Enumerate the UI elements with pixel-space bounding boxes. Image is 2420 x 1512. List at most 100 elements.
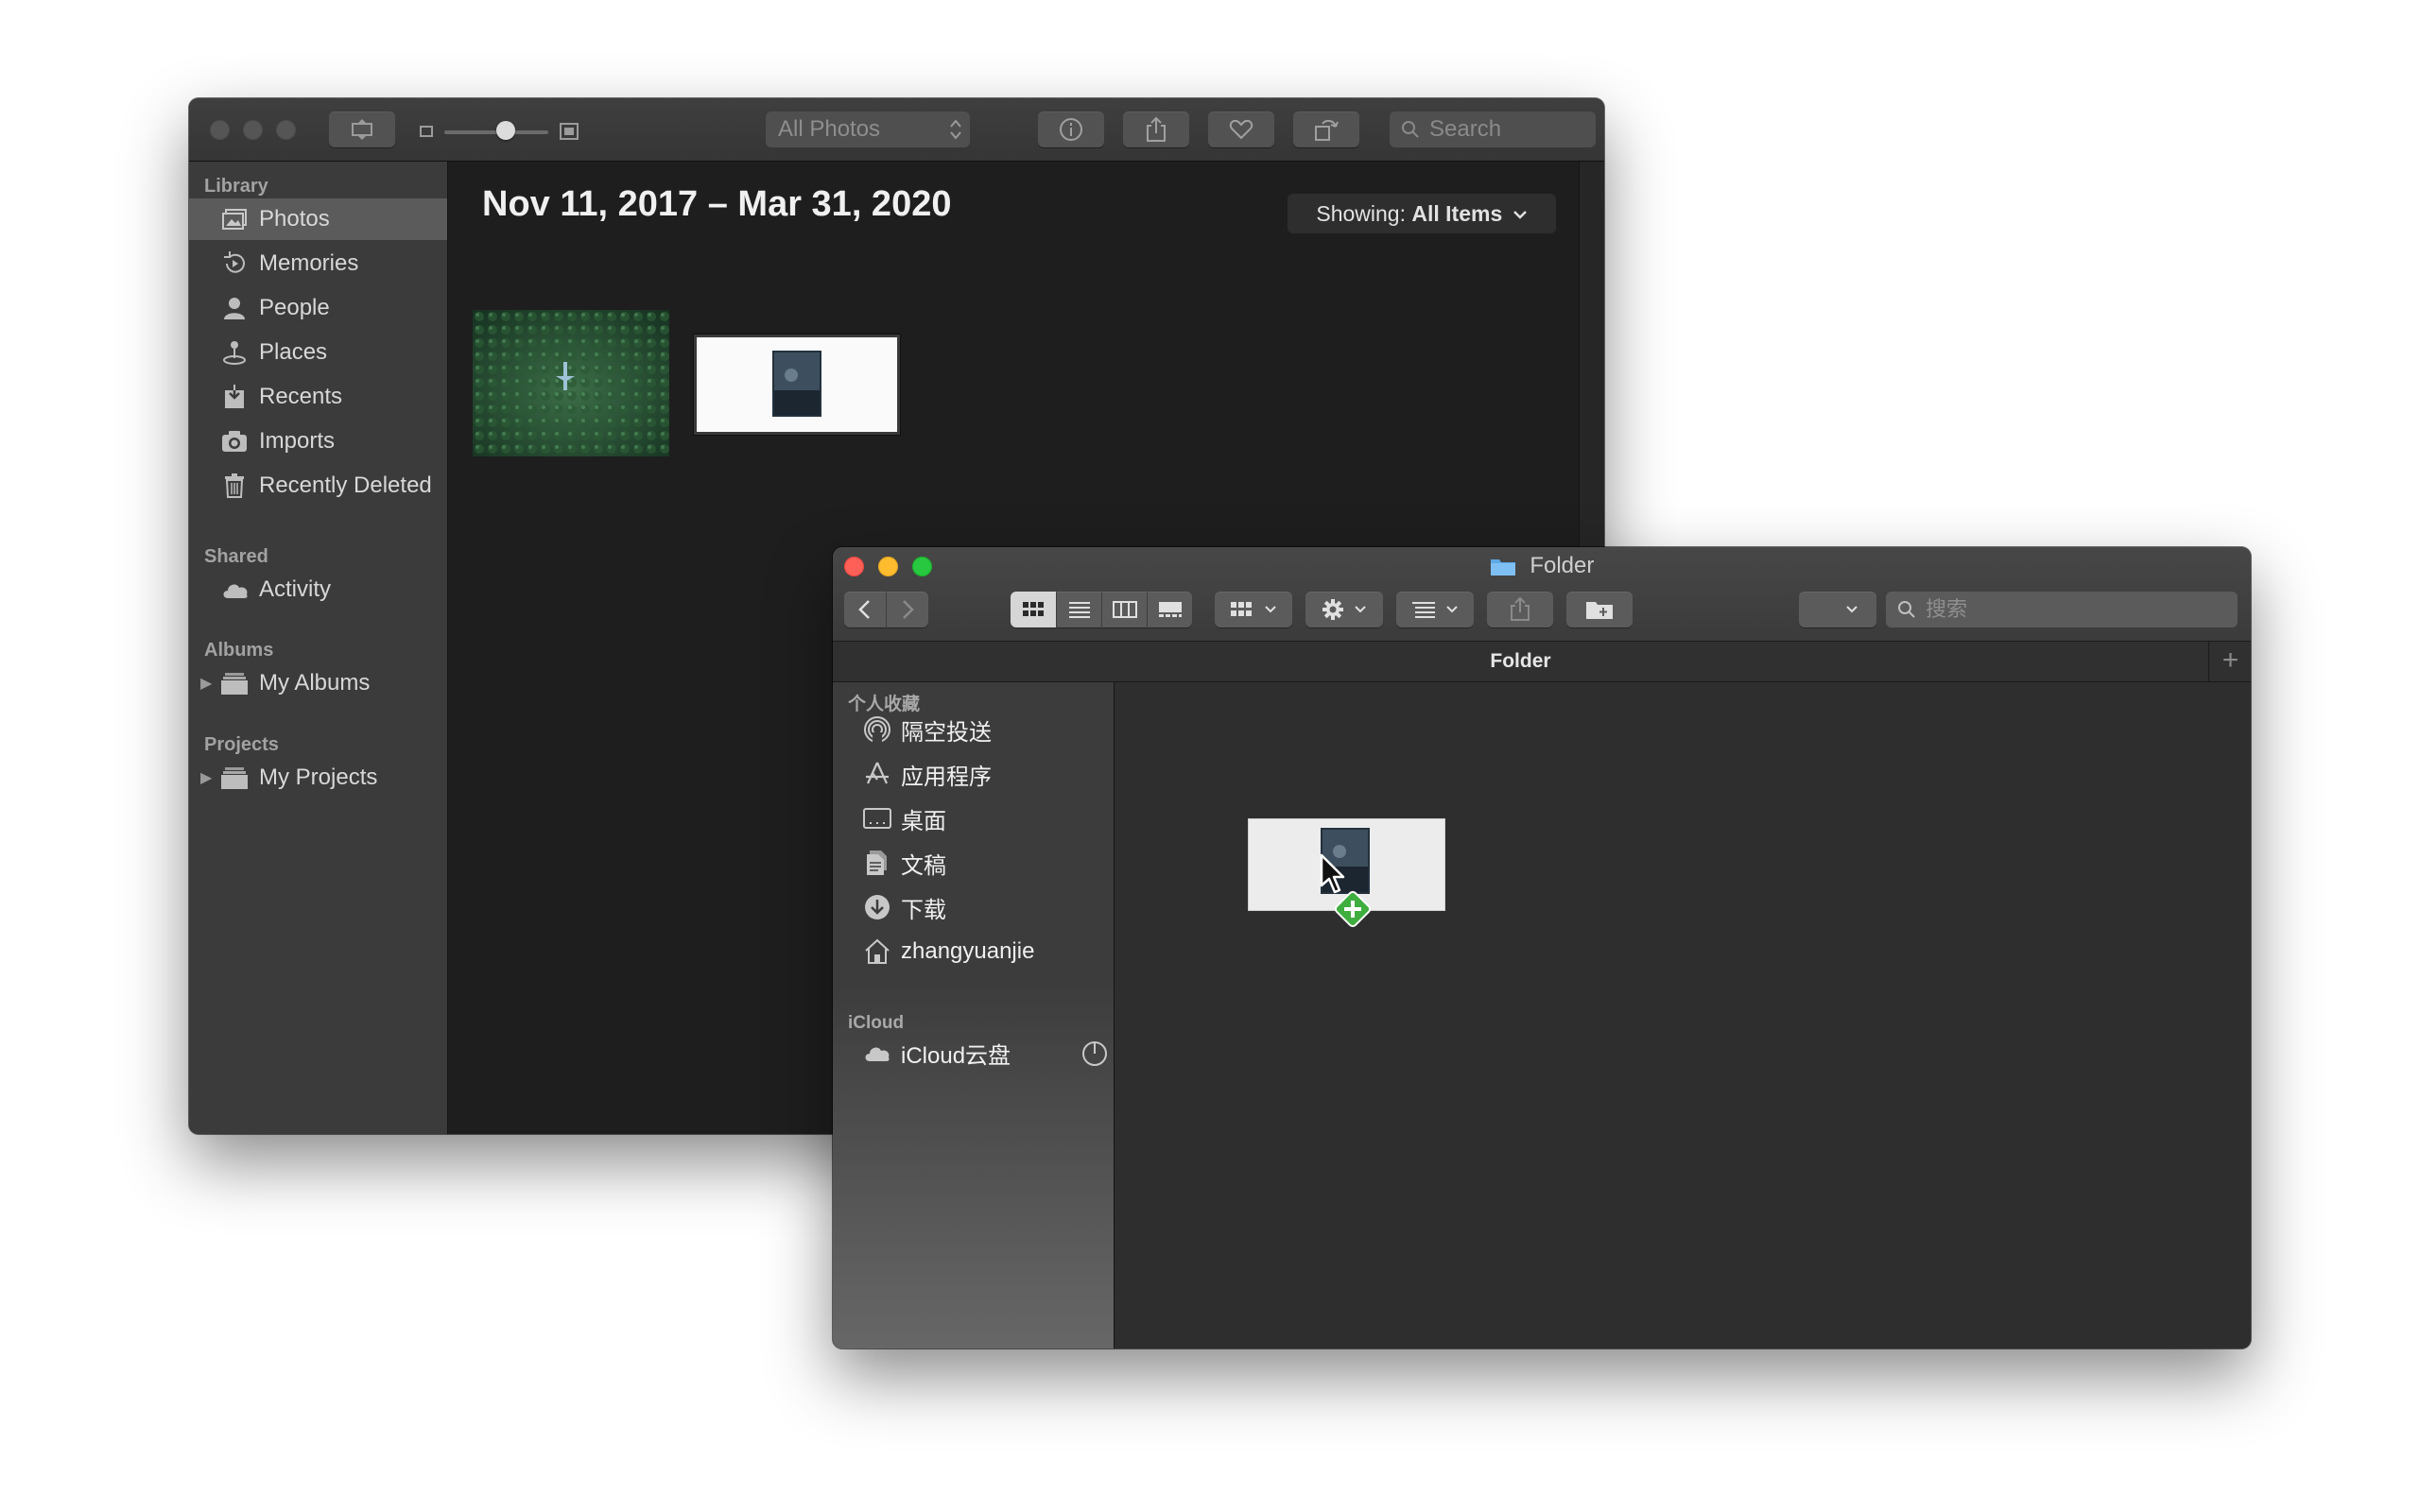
rotate-button[interactable]	[1293, 112, 1359, 147]
back-button[interactable]	[844, 592, 886, 627]
rotate-icon	[1315, 119, 1339, 141]
folder-icon	[221, 670, 248, 696]
group-by-button[interactable]	[1215, 592, 1292, 627]
sidebar-item-label: Recents	[259, 384, 343, 409]
showing-prefix: Showing:	[1316, 201, 1406, 226]
sidebar-item-label: 文稿	[901, 852, 946, 879]
sidebar-item-my-projects[interactable]: ▶ My Projects	[189, 757, 447, 799]
zoom-button[interactable]	[276, 120, 296, 140]
group-grid-icon	[1231, 602, 1252, 616]
sidebar-item-label: Memories	[259, 250, 359, 276]
sidebar-item-label: 下载	[901, 897, 946, 923]
trash-icon	[221, 472, 248, 499]
sidebar-item-label: Recently Deleted	[259, 472, 432, 498]
grid-view-icon	[1023, 602, 1044, 616]
search-icon	[1402, 121, 1419, 138]
sidebar-item-label: Photos	[259, 206, 330, 232]
screenshot-preview	[772, 351, 821, 417]
finder-toolbar: Folder 搜索	[833, 547, 2251, 642]
photos-sidebar: Library Photos Memories People Places Re…	[189, 162, 448, 1134]
forward-button[interactable]	[887, 592, 928, 627]
desktop-icon	[863, 804, 891, 833]
section-heading-icloud: iCloud	[848, 1013, 905, 1033]
minimize-button[interactable]	[243, 120, 263, 140]
share-button[interactable]	[1487, 592, 1553, 627]
new-tab-button[interactable]: +	[2210, 642, 2251, 681]
chevron-down-icon	[1512, 211, 1527, 219]
imports-icon	[221, 428, 248, 455]
sidebar-item-label: My Projects	[259, 765, 378, 790]
sidebar-item-people[interactable]: People	[189, 287, 447, 329]
cloud-icon	[221, 576, 248, 603]
sidebar-item-applications[interactable]: 应用程序	[833, 753, 1114, 795]
gallery-view-button[interactable]	[1148, 592, 1192, 627]
view-popup[interactable]: All Photos	[766, 112, 970, 147]
sidebar-item-label: 隔空投送	[901, 719, 992, 746]
close-button[interactable]	[210, 120, 230, 140]
sidebar-item-places[interactable]: Places	[189, 332, 447, 373]
places-icon	[221, 339, 248, 366]
sidebar-item-downloads[interactable]: 下载	[833, 886, 1114, 928]
search-placeholder: Search	[1429, 116, 1502, 142]
folder-icon	[221, 765, 248, 791]
finder-sidebar: 个人收藏 隔空投送 应用程序 桌面 文稿 下载 zhangyuanjie iCl…	[833, 682, 1115, 1349]
sidebar-item-home[interactable]: zhangyuanjie	[833, 931, 1114, 972]
icloud-icon	[863, 1039, 891, 1067]
sidebar-item-label: 桌面	[901, 808, 946, 834]
date-range-title: Nov 11, 2017 – Mar 31, 2020	[482, 184, 952, 224]
sidebar-item-recently-deleted[interactable]: Recently Deleted	[189, 465, 447, 507]
disclosure-triangle-icon[interactable]: ▶	[200, 768, 212, 787]
tab-folder[interactable]: Folder	[833, 642, 2209, 681]
tags-button[interactable]	[1799, 592, 1876, 627]
sidebar-item-desktop[interactable]: 桌面	[833, 798, 1114, 839]
arrange-button[interactable]	[1396, 592, 1474, 627]
tab-bar: Folder +	[833, 642, 2251, 682]
window-title: Folder	[833, 553, 2251, 583]
people-icon	[221, 295, 248, 321]
slideshow-button[interactable]	[329, 112, 395, 147]
sidebar-item-my-albums[interactable]: ▶ My Albums	[189, 662, 447, 704]
section-heading-library: Library	[204, 176, 268, 197]
disclosure-triangle-icon[interactable]: ▶	[200, 674, 212, 693]
downloads-icon	[863, 893, 891, 921]
heart-icon	[1229, 119, 1253, 140]
sidebar-item-label: Imports	[259, 428, 336, 454]
finder-search-field[interactable]: 搜索	[1886, 592, 2238, 627]
photo-thumbnail-forest[interactable]	[473, 310, 669, 456]
info-button[interactable]	[1038, 112, 1104, 147]
zoom-slider-knob[interactable]	[496, 121, 515, 140]
sidebar-item-photos[interactable]: Photos	[189, 198, 447, 240]
applications-icon	[863, 760, 891, 788]
sort-lines-icon	[1412, 602, 1435, 618]
list-view-button[interactable]	[1057, 592, 1101, 627]
finder-window: Folder 搜索 Folder + 个人收藏 隔空投送 应用程序 桌面 文稿 …	[833, 547, 2251, 1349]
photo-thumbnail-screenshot[interactable]	[694, 335, 900, 435]
favorite-button[interactable]	[1208, 112, 1274, 147]
action-button[interactable]	[1305, 592, 1383, 627]
column-view-icon	[1112, 601, 1137, 618]
airdrop-icon	[863, 715, 891, 744]
zoom-out-icon	[420, 126, 433, 137]
list-view-icon	[1068, 602, 1090, 618]
sidebar-item-label: Activity	[259, 576, 332, 602]
gallery-view-icon	[1158, 602, 1182, 617]
section-heading-projects: Projects	[204, 734, 279, 755]
new-folder-icon	[1586, 602, 1613, 619]
sidebar-item-airdrop[interactable]: 隔空投送	[833, 709, 1114, 750]
column-view-button[interactable]	[1102, 592, 1147, 627]
sidebar-item-activity[interactable]: Activity	[189, 569, 447, 610]
icon-view-button[interactable]	[1011, 592, 1056, 627]
sidebar-item-label: People	[259, 295, 330, 320]
sidebar-item-documents[interactable]: 文稿	[833, 842, 1114, 884]
new-folder-button[interactable]	[1566, 592, 1633, 627]
sidebar-item-recents[interactable]: Recents	[189, 376, 447, 418]
sidebar-item-memories[interactable]: Memories	[189, 243, 447, 284]
finder-content[interactable]	[1115, 682, 2251, 1349]
showing-filter-button[interactable]: Showing: All Items	[1288, 194, 1556, 233]
sidebar-item-icloud-drive[interactable]: iCloud云盘	[833, 1032, 1114, 1074]
sidebar-item-label: zhangyuanjie	[901, 938, 1035, 964]
search-placeholder: 搜索	[1926, 597, 1968, 621]
sidebar-item-imports[interactable]: Imports	[189, 421, 447, 462]
photos-search-field[interactable]: Search	[1390, 112, 1596, 147]
share-button[interactable]	[1123, 112, 1189, 147]
